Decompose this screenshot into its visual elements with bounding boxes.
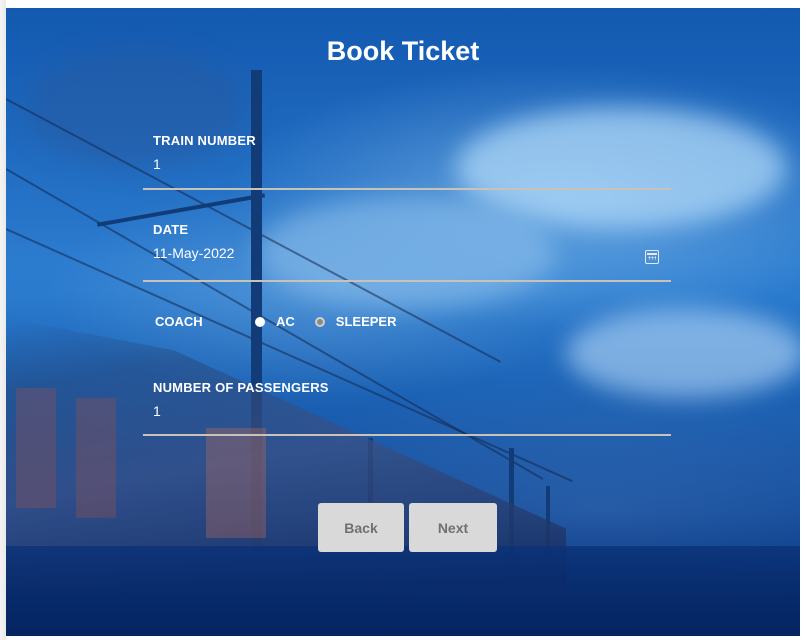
page-title: Book Ticket	[326, 36, 480, 66]
calendar-icon[interactable]	[645, 250, 659, 264]
coach-ac-radio[interactable]	[255, 316, 265, 327]
next-button[interactable]: Next	[409, 503, 497, 552]
date-field[interactable]: DATE 11-May-2022	[143, 222, 671, 284]
passengers-field[interactable]: NUMBER OF PASSENGERS 1	[143, 380, 671, 438]
train-number-field[interactable]: TRAIN NUMBER 1	[143, 133, 671, 191]
back-button[interactable]: Back	[318, 503, 404, 552]
date-underline	[143, 280, 671, 282]
train-number-label: TRAIN NUMBER	[153, 133, 256, 148]
coach-label: COACH	[155, 314, 203, 329]
train-number-underline	[143, 188, 671, 190]
passengers-value[interactable]: 1	[143, 403, 671, 419]
passengers-label: NUMBER OF PASSENGERS	[153, 380, 329, 395]
coach-sleeper-label[interactable]: SLEEPER	[336, 314, 397, 329]
coach-sleeper-radio[interactable]	[314, 316, 325, 327]
date-value[interactable]: 11-May-2022	[143, 245, 671, 261]
passengers-underline	[143, 434, 671, 436]
train-number-value[interactable]: 1	[143, 156, 671, 172]
date-label: DATE	[153, 222, 189, 237]
coach-group: COACH AC SLEEPER	[155, 314, 396, 329]
coach-ac-label[interactable]: AC	[276, 314, 295, 329]
